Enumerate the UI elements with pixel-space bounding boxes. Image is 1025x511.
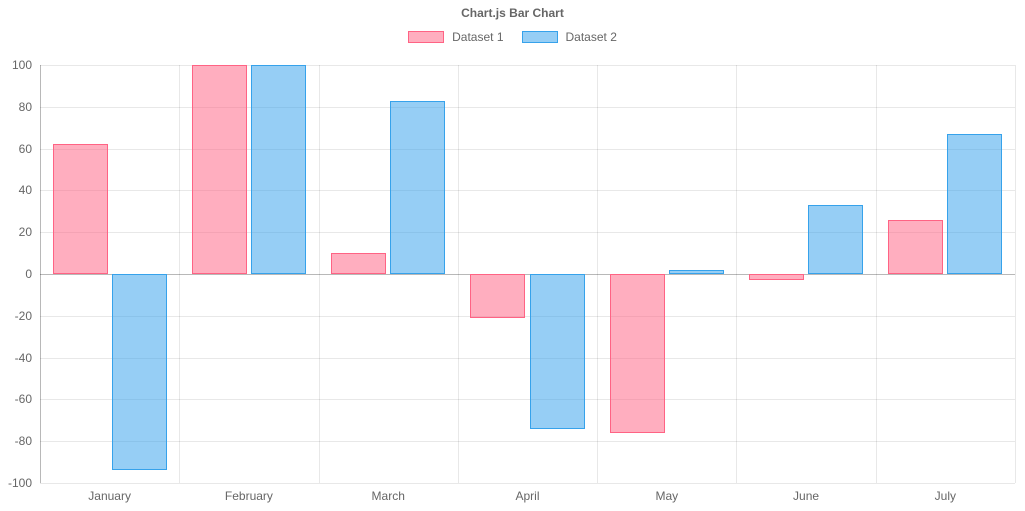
gridline-y (40, 65, 1015, 66)
bar-series1-cat1[interactable] (251, 65, 306, 274)
bar-series0-cat0[interactable] (53, 144, 108, 274)
y-tick-label: -60 (15, 392, 32, 406)
gridline-x (876, 65, 877, 483)
legend-label-0: Dataset 1 (452, 30, 503, 44)
legend-item-1[interactable]: Dataset 2 (522, 30, 617, 44)
gridline-x (597, 65, 598, 483)
gridline-y (40, 190, 1015, 191)
gridline-x (179, 65, 180, 483)
legend-item-0[interactable]: Dataset 1 (408, 30, 503, 44)
legend-swatch-0 (408, 31, 444, 43)
gridline-x (319, 65, 320, 483)
y-tick-label: 20 (19, 225, 32, 239)
x-tick-label: February (225, 489, 273, 503)
y-tick-label: 0 (25, 267, 32, 281)
bar-series1-cat0[interactable] (112, 274, 167, 470)
x-tick-label: July (935, 489, 956, 503)
gridline-x (1015, 65, 1016, 483)
gridline-y (40, 316, 1015, 317)
legend-swatch-1 (522, 31, 558, 43)
gridline-y (40, 399, 1015, 400)
gridline-x (40, 65, 41, 483)
bar-series0-cat4[interactable] (610, 274, 665, 433)
bar-series1-cat4[interactable] (669, 270, 724, 274)
y-tick-label: -80 (15, 434, 32, 448)
x-tick-label: January (88, 489, 131, 503)
bar-series1-cat3[interactable] (530, 274, 585, 429)
y-tick-label: -20 (15, 309, 32, 323)
legend-label-1: Dataset 2 (566, 30, 617, 44)
bar-series0-cat3[interactable] (470, 274, 525, 318)
gridline-y (40, 483, 1015, 484)
bar-series1-cat5[interactable] (808, 205, 863, 274)
bar-series0-cat5[interactable] (749, 274, 804, 280)
y-tick-label: 80 (19, 100, 32, 114)
gridline-y (40, 358, 1015, 359)
y-tick-label: 40 (19, 183, 32, 197)
gridline-y (40, 441, 1015, 442)
y-tick-label: -100 (8, 476, 32, 490)
gridline-x (736, 65, 737, 483)
bar-series1-cat6[interactable] (947, 134, 1002, 274)
y-tick-label: -40 (15, 351, 32, 365)
bar-series1-cat2[interactable] (390, 101, 445, 274)
chart-legend: Dataset 1 Dataset 2 (0, 30, 1025, 44)
plot-area: -100-80-60-40-20020406080100JanuaryFebru… (40, 65, 1015, 483)
gridline-y (40, 149, 1015, 150)
bar-series0-cat1[interactable] (192, 65, 247, 274)
x-tick-label: May (655, 489, 678, 503)
chart-container: Chart.js Bar Chart Dataset 1 Dataset 2 -1… (0, 0, 1025, 511)
bar-series0-cat2[interactable] (331, 253, 386, 274)
bar-series0-cat6[interactable] (888, 220, 943, 274)
y-tick-label: 60 (19, 142, 32, 156)
y-tick-label: 100 (12, 58, 32, 72)
gridline-y (40, 107, 1015, 108)
x-tick-label: June (793, 489, 819, 503)
x-tick-label: March (372, 489, 405, 503)
gridline-y (40, 274, 1015, 275)
gridline-y (40, 232, 1015, 233)
chart-title: Chart.js Bar Chart (0, 6, 1025, 20)
gridline-x (458, 65, 459, 483)
x-tick-label: April (515, 489, 539, 503)
